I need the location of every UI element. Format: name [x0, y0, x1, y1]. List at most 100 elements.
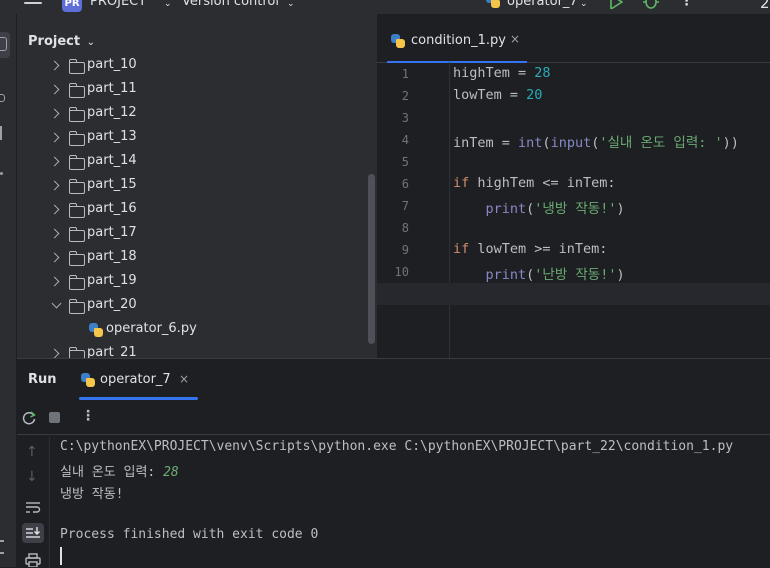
rerun-icon[interactable]	[22, 411, 36, 425]
chevron-right-icon[interactable]	[49, 276, 60, 287]
chevron-down-icon: ⌄	[287, 0, 295, 9]
stop-icon[interactable]	[49, 412, 60, 423]
folder-icon	[68, 179, 85, 194]
line-number: 1	[401, 67, 409, 81]
project-name[interactable]: PROJECT	[90, 0, 146, 9]
terminal-tool-icon[interactable]	[0, 540, 4, 554]
code-line[interactable]: if highTem <= inTem:	[453, 175, 616, 191]
run-tab-operator_7[interactable]: operator_7 ×	[79, 359, 198, 401]
tree-folder-row[interactable]: part_19	[17, 270, 367, 294]
run-tab-label: operator_7	[100, 372, 171, 387]
title-right-glyph: 2	[760, 0, 770, 12]
python-file-icon	[486, 0, 500, 8]
print-icon[interactable]	[25, 553, 41, 567]
tree-item-label: part_19	[87, 273, 137, 288]
code-line[interactable]: if lowTem >= inTem:	[453, 241, 607, 257]
tree-item-label: operator_6.py	[106, 321, 197, 336]
tree-folder-row[interactable]: part_17	[17, 222, 367, 246]
editor-tab-label: condition_1.py	[411, 33, 506, 48]
console-input-line: 실내 온도 입력: 28	[60, 461, 179, 480]
console-output-line: 냉방 작동!	[60, 487, 124, 502]
line-number: 2	[401, 89, 409, 103]
project-panel-header[interactable]: Project ⌄	[28, 34, 95, 49]
close-icon[interactable]: ×	[510, 32, 520, 46]
code-line[interactable]: inTem = int(input('실내 온도 입력: '))	[453, 131, 739, 151]
chevron-right-icon[interactable]	[49, 180, 60, 191]
code-line[interactable]: print('난방 작동!')	[453, 263, 625, 283]
scroll-down-icon[interactable]: ↓	[26, 469, 38, 485]
run-panel-title: Run	[28, 372, 57, 387]
chevron-right-icon[interactable]	[49, 84, 60, 95]
active-tab-indicator	[79, 397, 198, 400]
chevron-right-icon[interactable]	[49, 204, 60, 215]
code-line[interactable]: highTem = 28	[453, 65, 551, 81]
tree-file-row[interactable]: operator_6.py	[17, 318, 367, 342]
tree-item-label: part_16	[87, 201, 137, 216]
vcs-widget[interactable]: Version control	[182, 0, 279, 9]
tree-folder-row[interactable]: part_18	[17, 246, 367, 270]
folder-icon	[68, 107, 85, 122]
tree-folder-row[interactable]: part_14	[17, 150, 367, 174]
line-number: 8	[401, 221, 409, 235]
project-scrollbar[interactable]	[368, 174, 375, 344]
chevron-right-icon[interactable]	[49, 60, 60, 71]
chevron-right-icon[interactable]	[49, 252, 60, 263]
debug-icon[interactable]	[643, 0, 659, 9]
line-number: 4	[401, 133, 409, 147]
soft-wrap-icon[interactable]	[25, 500, 41, 514]
project-tool-button[interactable]	[0, 32, 10, 58]
code-line[interactable]: print('냉방 작동!')	[453, 197, 625, 217]
folder-icon	[68, 59, 85, 74]
chevron-right-icon[interactable]	[49, 108, 60, 119]
main-menu-icon[interactable]	[24, 0, 42, 8]
folder-icon	[68, 155, 85, 170]
console-exit-message: Process finished with exit code 0	[60, 527, 319, 542]
structure-tool-icon[interactable]	[0, 126, 2, 140]
chevron-right-icon[interactable]	[49, 348, 60, 358]
line-number: 5	[401, 155, 409, 169]
scroll-to-end-button[interactable]	[22, 523, 44, 543]
tree-folder-row[interactable]: part_21	[17, 342, 367, 358]
more-tools-icon[interactable]	[0, 172, 3, 175]
chevron-right-icon[interactable]	[49, 156, 60, 167]
line-number: 10	[394, 265, 409, 279]
console-caret[interactable]	[60, 547, 62, 565]
chevron-right-icon[interactable]	[49, 132, 60, 143]
tree-folder-row[interactable]: part_16	[17, 198, 367, 222]
run-icon[interactable]	[609, 0, 623, 9]
tree-item-label: part_14	[87, 153, 137, 168]
code-line[interactable]: lowTem = 20	[453, 87, 542, 103]
line-number: 7	[401, 199, 409, 213]
title-bar: PR PROJECT ⌄ Version control ⌄ operator_…	[0, 0, 770, 14]
project-badge[interactable]: PR	[62, 0, 82, 12]
tree-folder-row[interactable]: part_13	[17, 126, 367, 150]
tree-folder-row[interactable]: part_10	[17, 54, 367, 78]
tree-item-label: part_11	[87, 81, 137, 96]
tree-item-label: part_15	[87, 177, 137, 192]
folder-icon	[68, 131, 85, 146]
tree-folder-row[interactable]: part_11	[17, 78, 367, 102]
run-toolbar: ⋮	[17, 401, 770, 435]
commit-tool-icon[interactable]	[0, 94, 5, 102]
folder-icon	[68, 299, 85, 314]
tree-item-label: part_21	[87, 345, 137, 358]
line-number: 9	[401, 243, 409, 257]
run-config-selector[interactable]: operator_7	[507, 0, 578, 9]
more-actions-icon[interactable]: ⋮	[81, 408, 95, 424]
line-number: 3	[401, 111, 409, 125]
tree-item-label: part_13	[87, 129, 137, 144]
editor-tab-condition_1[interactable]: condition_1.py ×	[387, 28, 527, 63]
tree-folder-row[interactable]: part_12	[17, 102, 367, 126]
tree-folder-row[interactable]: part_15	[17, 174, 367, 198]
close-icon[interactable]: ×	[179, 372, 189, 386]
tree-folder-row[interactable]: part_20	[17, 294, 367, 318]
python-file-icon	[89, 323, 103, 337]
chevron-right-icon[interactable]	[49, 228, 60, 239]
chevron-down-icon[interactable]	[51, 298, 62, 309]
scroll-up-icon[interactable]: ↑	[26, 444, 38, 460]
line-number-gutter: 1234567891011	[377, 62, 450, 358]
chevron-down-icon[interactable]: ⌄	[87, 37, 95, 48]
tree-item-label: part_12	[87, 105, 137, 120]
console-command-line: C:\pythonEX\PROJECT\venv\Scripts\python.…	[60, 439, 734, 454]
more-actions-icon[interactable]: ⋮	[680, 0, 693, 9]
